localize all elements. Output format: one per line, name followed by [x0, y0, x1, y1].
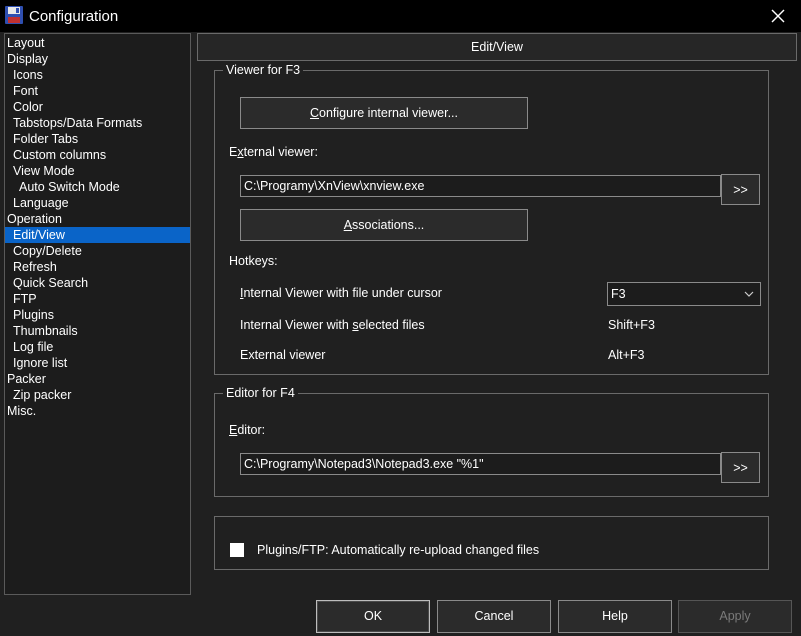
tree-item[interactable]: Zip packer — [5, 387, 190, 403]
settings-tree[interactable]: Layout Display Icons Font Color Tabstops/Data… — [4, 33, 191, 595]
tree-item[interactable]: Layout — [5, 35, 190, 51]
external-viewer-input[interactable]: C:\Programy\XnView\xnview.exe — [240, 175, 721, 197]
editor-input[interactable]: C:\Programy\Notepad3\Notepad3.exe "%1" — [240, 453, 721, 475]
auto-reupload-checkbox[interactable] — [230, 543, 244, 557]
tree-item-label: Plugins — [13, 308, 54, 322]
close-icon — [771, 9, 785, 23]
tree-item[interactable]: Quick Search — [5, 275, 190, 291]
tree-item-label: Thumbnails — [13, 324, 78, 338]
tree-item[interactable]: Misc. — [5, 403, 190, 419]
tree-item-label: Log file — [13, 340, 54, 354]
window-title: Configuration — [29, 8, 119, 25]
tree-item[interactable]: Tabstops/Data Formats — [5, 115, 190, 131]
close-button[interactable] — [755, 0, 801, 32]
tree-item-label: Language — [13, 196, 69, 210]
tree-item[interactable]: Custom columns — [5, 147, 190, 163]
tree-item-label: Display — [7, 52, 48, 66]
tree-item-label: Folder Tabs — [13, 132, 79, 146]
title-bar: Configuration — [0, 0, 801, 32]
tree-item[interactable]: Refresh — [5, 259, 190, 275]
tree-item-label: Ignore list — [13, 356, 68, 370]
tree-item[interactable]: Ignore list — [5, 355, 190, 371]
tree-item-label: View Mode — [13, 164, 75, 178]
hotkeys-label: Hotkeys: — [229, 254, 278, 268]
tree-item-label: Icons — [13, 68, 43, 82]
tree-item-label: Quick Search — [13, 276, 89, 290]
hotkey-internal-selected-value: Shift+F3 — [608, 318, 655, 332]
ok-button[interactable]: OK — [316, 600, 430, 633]
tree-item[interactable]: Font — [5, 83, 190, 99]
tree-item[interactable]: Packer — [5, 371, 190, 387]
tree-item[interactable]: FTP — [5, 291, 190, 307]
hotkey-external-value: Alt+F3 — [608, 348, 645, 362]
help-button[interactable]: Help — [558, 600, 672, 633]
chevron-down-icon — [744, 291, 754, 297]
configure-internal-viewer-button[interactable]: Configure internal viewer... — [240, 97, 528, 129]
tree-item-label: Font — [13, 84, 39, 98]
tree-item-label: Edit/View — [5, 227, 190, 243]
page-title: Edit/View — [197, 33, 797, 61]
tree-item[interactable]: Auto Switch Mode — [5, 179, 190, 195]
hotkey-internal-cursor-label: Internal Viewer with file under cursor — [240, 286, 442, 300]
tree-item-label: FTP — [13, 292, 37, 306]
tree-item[interactable]: Color — [5, 99, 190, 115]
tree-item-label: Misc. — [7, 404, 37, 418]
tree-item[interactable]: Display — [5, 51, 190, 67]
tree-item-label: Operation — [7, 212, 62, 226]
tree-item[interactable]: Folder Tabs — [5, 131, 190, 147]
editor-group-title: Editor for F4 — [223, 385, 298, 401]
editor-group: Editor for F4 — [214, 385, 769, 497]
tree-item-label: Packer — [7, 372, 46, 386]
tree-item-label: Copy/Delete — [13, 244, 82, 258]
tree-item-label: Color — [13, 100, 43, 114]
tree-item-label: Layout — [7, 36, 45, 50]
editor-browse-button[interactable]: >> — [721, 452, 760, 483]
tree-item[interactable]: Copy/Delete — [5, 243, 190, 259]
cancel-button[interactable]: Cancel — [437, 600, 551, 633]
tree-item-label: Refresh — [13, 260, 57, 274]
tree-item[interactable]: Language — [5, 195, 190, 211]
hotkey-internal-selected-label: Internal Viewer with selected files — [240, 318, 425, 332]
tree-item[interactable]: Plugins — [5, 307, 190, 323]
tree-item-label: Tabstops/Data Formats — [13, 116, 143, 130]
hotkey-external-label: External viewer — [240, 348, 326, 362]
tree-item-label: Auto Switch Mode — [19, 180, 120, 194]
floppy-disk-icon — [5, 6, 23, 24]
tree-item-label: Zip packer — [13, 388, 72, 402]
associations-button[interactable]: Associations... — [240, 209, 528, 241]
tree-item[interactable]: Edit/View — [5, 227, 190, 243]
hotkey-internal-cursor-select[interactable]: F3 — [607, 282, 761, 306]
tree-item[interactable]: Thumbnails — [5, 323, 190, 339]
external-viewer-browse-button[interactable]: >> — [721, 174, 760, 205]
auto-reupload-label[interactable]: Plugins/FTP: Automatically re-upload cha… — [257, 543, 539, 557]
hotkey-select-value: F3 — [611, 287, 626, 301]
external-viewer-label: External viewer: — [229, 145, 318, 159]
tree-item-label: Custom columns — [13, 148, 107, 162]
tree-item[interactable]: Operation — [5, 211, 190, 227]
viewer-group-title: Viewer for F3 — [223, 62, 304, 78]
editor-label: Editor: — [229, 423, 266, 437]
apply-button[interactable]: Apply — [678, 600, 792, 633]
tree-item[interactable]: Log file — [5, 339, 190, 355]
tree-item[interactable]: View Mode — [5, 163, 190, 179]
tree-item[interactable]: Icons — [5, 67, 190, 83]
